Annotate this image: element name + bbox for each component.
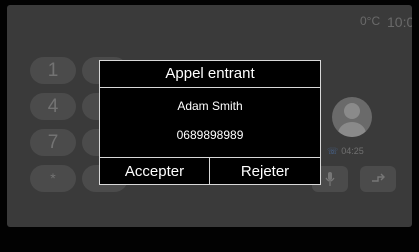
reject-button[interactable]: Rejeter bbox=[210, 158, 320, 185]
status-clock: 10:00 bbox=[387, 14, 412, 30]
avatar-body bbox=[338, 122, 366, 137]
head-unit-screen: 0°C 10:00 1 2 4 5 7 8 * 0 ☏04:25 bbox=[0, 0, 419, 252]
dialog-actions: Accepter Rejeter bbox=[100, 157, 320, 185]
incoming-call-dialog: Appel entrant Adam Smith 0689898989 Acce… bbox=[99, 60, 321, 185]
microphone-icon bbox=[325, 172, 335, 186]
contact-avatar bbox=[332, 97, 372, 137]
keypad-key-star[interactable]: * bbox=[30, 165, 76, 192]
status-temperature: 0°C bbox=[360, 14, 381, 28]
accept-button[interactable]: Accepter bbox=[100, 158, 210, 185]
keypad-key-7[interactable]: 7 bbox=[30, 129, 76, 156]
last-call-entry[interactable]: ☏ 04:25 bbox=[327, 146, 364, 157]
last-call-time: 04:25 bbox=[341, 146, 364, 156]
dialog-title: Appel entrant bbox=[100, 61, 320, 88]
avatar-head bbox=[344, 103, 360, 119]
phone-icon: ☏ bbox=[327, 146, 339, 156]
keypad-key-1[interactable]: 1 bbox=[30, 57, 76, 84]
caller-name: Adam Smith bbox=[177, 99, 243, 113]
transfer-icon bbox=[372, 173, 385, 182]
keypad-key-4[interactable]: 4 bbox=[30, 93, 76, 120]
transfer-button[interactable] bbox=[360, 166, 396, 192]
caller-number: 0689898989 bbox=[176, 128, 244, 142]
